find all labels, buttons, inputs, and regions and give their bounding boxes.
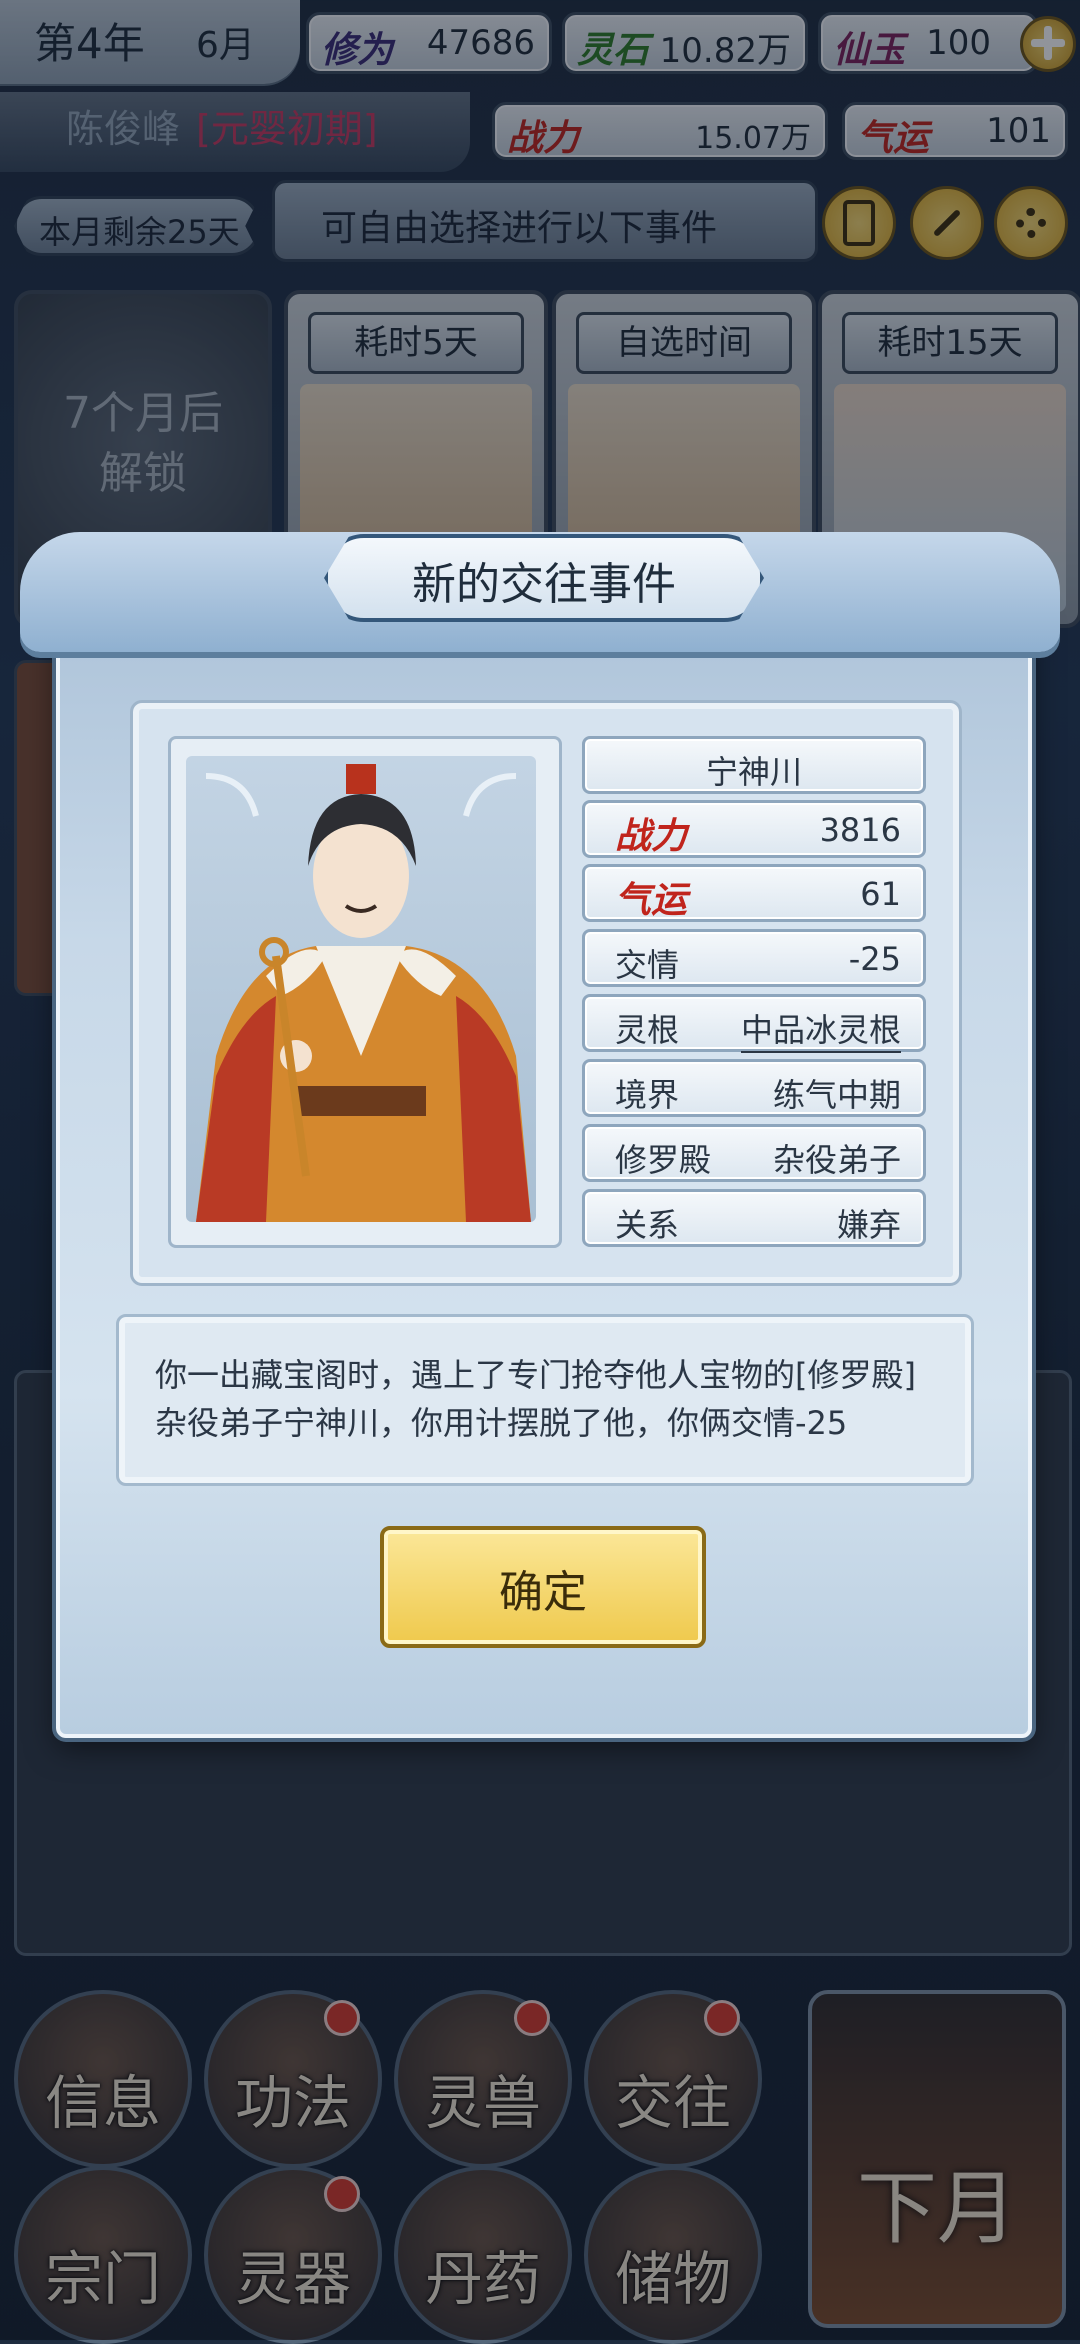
npc-stat-guanxi: 关系 嫌弃 [582,1189,926,1247]
npc-stat-qiyun: 气运 61 [582,864,926,922]
confirm-button[interactable]: 确定 [380,1526,706,1648]
npc-stat-key: 气运 [615,880,688,921]
npc-stat-linggen[interactable]: 灵根 中品冰灵根 [582,994,926,1053]
npc-stat-value: 练气中期 [772,1076,901,1114]
npc-stat-sect: 修罗殿 杂役弟子 [582,1124,926,1182]
confirm-button-label: 确定 [499,1567,587,1618]
npc-stat-value: 3816 [819,811,901,849]
npc-stat-key: 灵根 [615,1011,680,1049]
npc-portrait-art [196,764,531,1222]
npc-stat-key: 战力 [615,816,688,857]
npc-stat-value: 杂役弟子 [772,1141,901,1179]
npc-stat-jiaoqing: 交情 -25 [582,929,926,987]
event-description-box: 你一出藏宝阁时，遇上了专门抢夺他人宝物的[修罗殿]杂役弟子宁神川，你用计摆脱了他… [116,1314,974,1486]
npc-portrait [186,756,536,1222]
npc-stat-key: 修罗殿 [615,1141,712,1179]
npc-stat-zhanli: 战力 3816 [582,800,926,858]
npc-name-row: 宁神川 [582,736,926,794]
npc-stat-key: 关系 [615,1206,680,1244]
npc-stat-key: 交情 [615,946,680,984]
npc-stat-value: 嫌弃 [836,1206,901,1244]
dialog-title-plate: 新的交往事件 [324,534,764,622]
dialog-title: 新的交往事件 [412,559,676,610]
npc-stat-jingjie: 境界 练气中期 [582,1059,926,1117]
npc-name: 宁神川 [705,753,802,791]
npc-linggen-link[interactable]: 中品冰灵根 [740,1005,901,1053]
event-description: 你一出藏宝阁时，遇上了专门抢夺他人宝物的[修罗殿]杂役弟子宁神川，你用计摆脱了他… [155,1356,916,1442]
npc-stat-value: -25 [848,940,901,978]
npc-stat-key: 境界 [615,1076,680,1114]
npc-stat-value: 61 [860,875,901,913]
